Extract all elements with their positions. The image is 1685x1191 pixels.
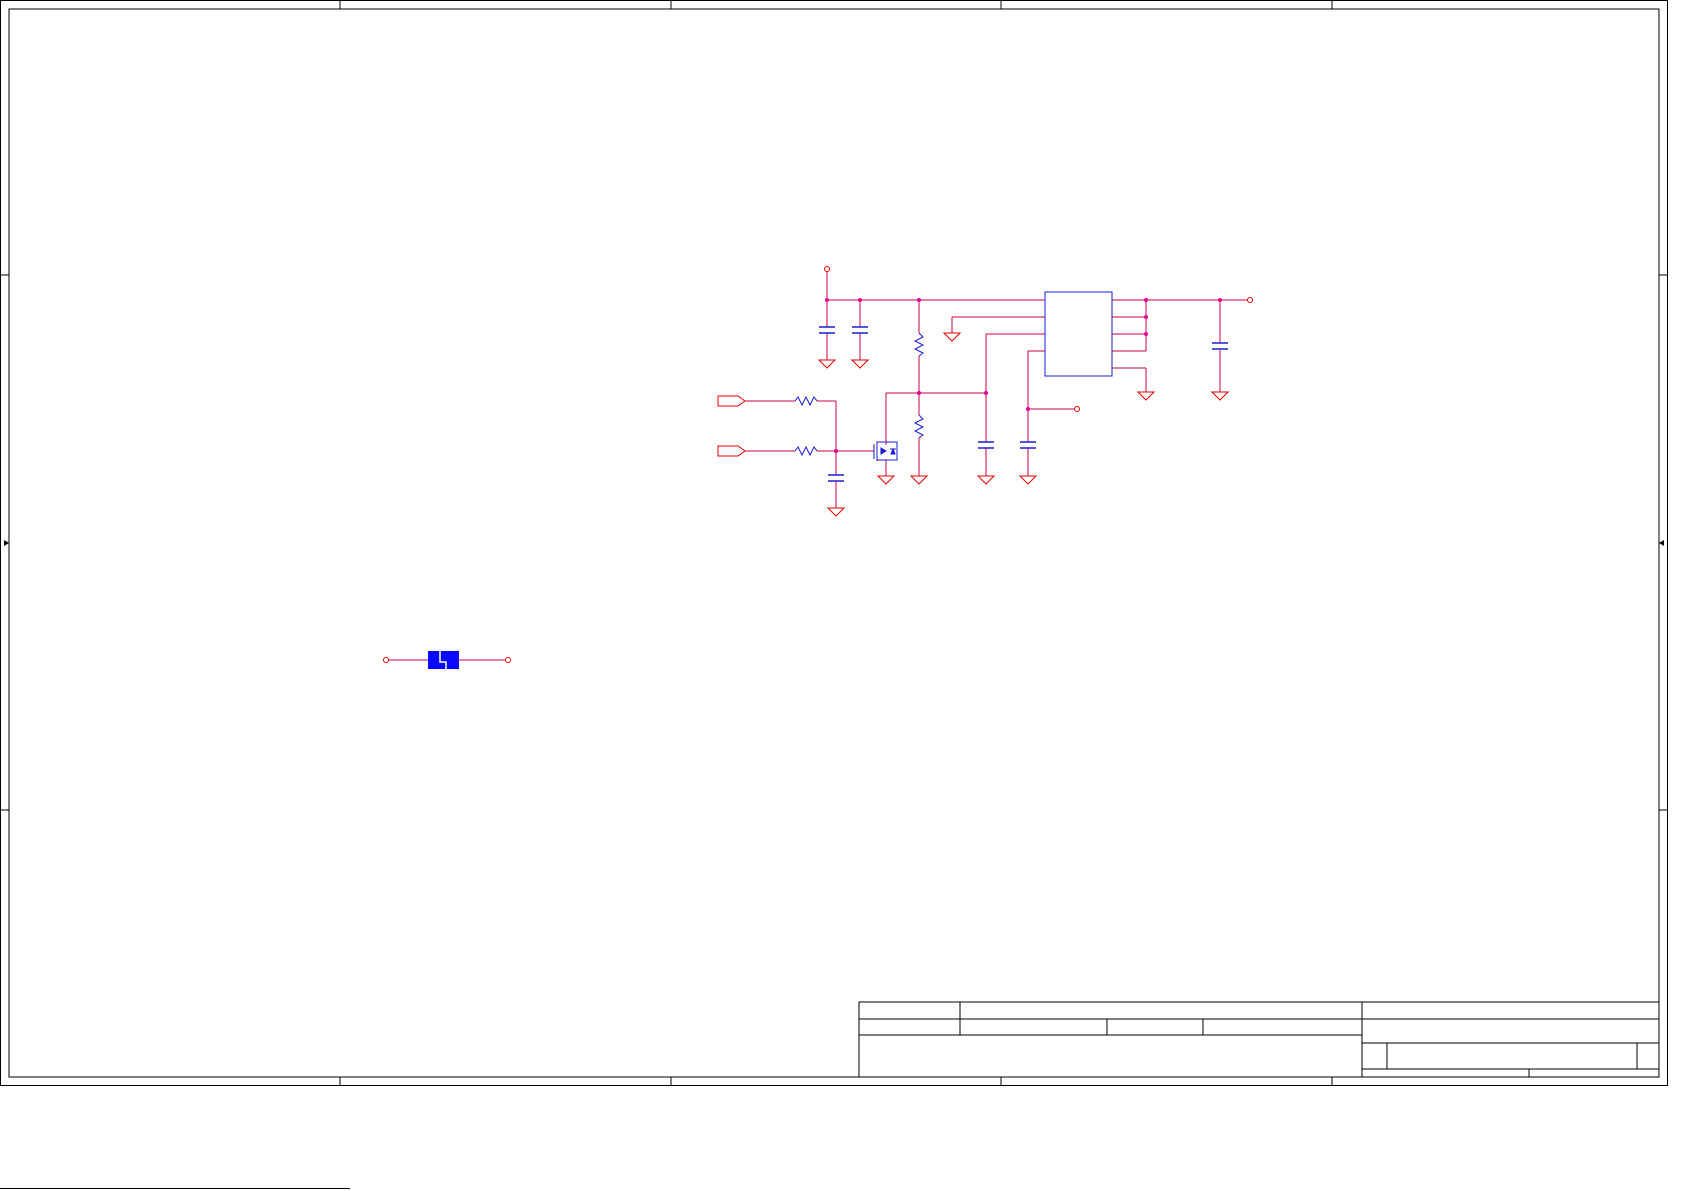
capacitor-c1 <box>819 326 835 334</box>
regulator-ic <box>1044 291 1113 377</box>
capacitor-input-filter <box>828 474 844 482</box>
signal-port-right <box>1074 406 1080 412</box>
capacitor-output <box>1212 342 1228 350</box>
resistor-r-lower <box>913 414 925 439</box>
output-port <box>1247 297 1253 303</box>
sheet-frame <box>0 0 1668 1086</box>
resistor-input-a <box>794 395 818 407</box>
wires <box>386 270 1247 661</box>
title-block <box>858 1001 1660 1078</box>
junction-dots <box>825 298 1222 453</box>
center-markers <box>4 540 1664 546</box>
resistor-input-b <box>794 445 818 457</box>
resistor-r-upper <box>913 332 925 357</box>
input-port-b <box>717 445 746 457</box>
zone-ticks <box>0 0 1668 1086</box>
ground-symbol <box>817 332 1230 517</box>
capacitor-c-mid1 <box>978 441 994 449</box>
power-port-top <box>824 266 830 272</box>
schematic-sheet <box>0 0 1668 1189</box>
capacitor-c-mid2 <box>1020 441 1036 449</box>
input-port-a <box>717 395 746 407</box>
capacitor-c2 <box>852 326 868 334</box>
